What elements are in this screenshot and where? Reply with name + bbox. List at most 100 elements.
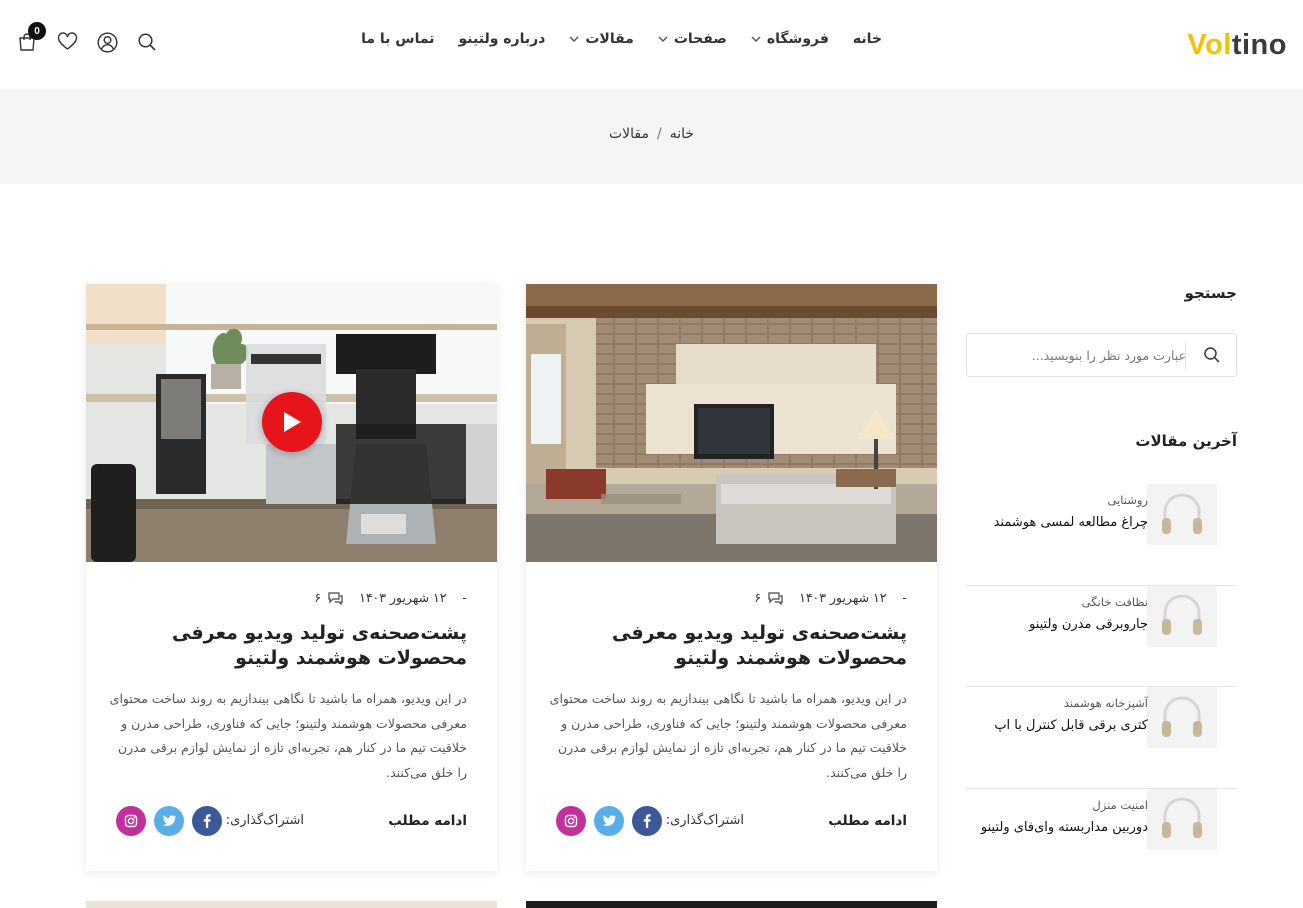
instagram-share-button[interactable] bbox=[556, 806, 586, 836]
latest-posts-list: روشنایی چراغ مطالعه لمسی هوشمند نظافت خا… bbox=[966, 484, 1237, 890]
search-button[interactable] bbox=[136, 31, 158, 53]
search-icon[interactable] bbox=[1203, 346, 1221, 364]
logo-part-1: Vol bbox=[1187, 29, 1232, 61]
read-more-link[interactable]: ادامه مطلب bbox=[828, 813, 907, 829]
sidebar-search bbox=[966, 333, 1237, 377]
site-logo[interactable]: Voltino bbox=[1187, 29, 1287, 62]
heart-icon bbox=[57, 32, 77, 50]
list-item[interactable]: نظافت خانگی جاروبرقی مدرن ولتینو bbox=[966, 585, 1237, 687]
headphones-icon bbox=[1162, 797, 1202, 838]
article-title[interactable]: پشت‌صحنه‌ی تولید ویدیو معرفی محصولات هوش… bbox=[137, 621, 467, 671]
main-nav: خانه فروشگاه صفحات مقالات درباره ولتینو … bbox=[361, 31, 882, 47]
comment-icon bbox=[768, 591, 783, 605]
share-label: اشتراک‌گذاری: bbox=[665, 813, 744, 828]
user-icon bbox=[96, 31, 118, 53]
breadcrumb-separator: / bbox=[656, 126, 662, 142]
nav-item-pages[interactable]: صفحات bbox=[658, 31, 727, 47]
article-date: ۱۲ شهریور ۱۴۰۳ bbox=[799, 590, 887, 605]
comment-icon bbox=[328, 591, 343, 605]
chevron-down-icon bbox=[751, 36, 761, 42]
logo-part-2: tino bbox=[1231, 29, 1287, 61]
post-title[interactable]: کتری برقی قابل کنترل با اپ bbox=[994, 718, 1148, 733]
post-category[interactable]: روشنایی bbox=[1107, 493, 1148, 507]
search-divider bbox=[1185, 343, 1186, 369]
article-title[interactable]: پشت‌صحنه‌ی تولید ویدیو معرفی محصولات هوش… bbox=[577, 621, 907, 671]
next-article-card-image bbox=[526, 901, 937, 908]
headphones-icon bbox=[1162, 696, 1202, 737]
post-thumbnail[interactable] bbox=[1147, 585, 1217, 647]
coffee-maker-image[interactable] bbox=[86, 284, 497, 562]
nav-item-shop[interactable]: فروشگاه bbox=[751, 31, 829, 47]
instagram-icon bbox=[564, 814, 578, 828]
headphones-icon bbox=[1162, 594, 1202, 635]
site-header: Voltino خانه فروشگاه صفحات مقالات درباره… bbox=[0, 0, 1303, 89]
list-item[interactable]: روشنایی چراغ مطالعه لمسی هوشمند bbox=[966, 484, 1237, 586]
nav-label: خانه bbox=[852, 31, 882, 47]
nav-label: مقالات bbox=[585, 31, 634, 47]
twitter-icon bbox=[602, 815, 616, 826]
breadcrumb-home-link[interactable]: خانه bbox=[670, 126, 694, 142]
nav-item-articles[interactable]: مقالات bbox=[569, 31, 634, 47]
instagram-share-button[interactable] bbox=[116, 806, 146, 836]
post-thumbnail[interactable] bbox=[1147, 788, 1217, 850]
list-item[interactable]: امنیت منزل دوربین مداربسته وای‌فای ولتین… bbox=[966, 788, 1237, 891]
nav-label: فروشگاه bbox=[766, 31, 829, 47]
search-icon bbox=[138, 33, 156, 51]
post-title[interactable]: جاروبرقی مدرن ولتینو bbox=[1029, 617, 1148, 632]
search-widget-title: جستجو bbox=[1184, 284, 1237, 302]
next-article-card-image bbox=[86, 901, 497, 908]
comments-count[interactable]: ۶ bbox=[754, 590, 783, 605]
list-item[interactable]: آشپزخانه هوشمند کتری برقی قابل کنترل با … bbox=[966, 687, 1237, 789]
video-play-button[interactable] bbox=[262, 392, 322, 452]
headphones-icon bbox=[1162, 493, 1202, 534]
play-icon bbox=[284, 412, 301, 432]
cart-button[interactable]: 0 bbox=[16, 22, 46, 53]
article-date: ۱۲ شهریور ۱۴۰۳ bbox=[359, 590, 447, 605]
share-buttons bbox=[556, 806, 662, 836]
article-meta: - ۱۲ شهریور ۱۴۰۳ ۶ bbox=[314, 590, 467, 605]
breadcrumb: خانه / مقالات bbox=[0, 126, 1303, 142]
article-excerpt: در این ویدیو، همراه ما باشید تا نگاهی بی… bbox=[109, 691, 467, 780]
date-prefix: - bbox=[902, 590, 907, 605]
header-actions: 0 bbox=[16, 22, 158, 53]
post-title[interactable]: دوربین مداربسته وای‌فای ولتینو bbox=[981, 820, 1148, 835]
twitter-share-button[interactable] bbox=[154, 806, 184, 836]
share-buttons bbox=[116, 806, 222, 836]
search-input[interactable] bbox=[986, 345, 1186, 365]
nav-label: تماس با ما bbox=[361, 31, 435, 47]
post-thumbnail[interactable] bbox=[1147, 687, 1217, 748]
wishlist-button[interactable] bbox=[56, 31, 78, 53]
comments-count[interactable]: ۶ bbox=[314, 590, 343, 605]
nav-item-contact[interactable]: تماس با ما bbox=[361, 31, 434, 47]
read-more-link[interactable]: ادامه مطلب bbox=[388, 813, 467, 829]
article-card: - ۱۲ شهریور ۱۴۰۳ ۶ پشت‌صحنه‌ی تولید ویدی… bbox=[526, 284, 937, 871]
share-label: اشتراک‌گذاری: bbox=[225, 813, 304, 828]
twitter-icon bbox=[162, 815, 176, 826]
post-title[interactable]: چراغ مطالعه لمسی هوشمند bbox=[994, 515, 1148, 530]
comments-number: ۶ bbox=[754, 590, 762, 605]
nav-item-home[interactable]: خانه bbox=[853, 31, 882, 47]
chevron-down-icon bbox=[569, 36, 579, 42]
facebook-icon bbox=[643, 814, 651, 828]
account-button[interactable] bbox=[96, 31, 118, 53]
sidebar: جستجو آخرین مقالات روشنایی چراغ مطالعه ل… bbox=[966, 284, 1237, 850]
nav-label: درباره ولتینو bbox=[458, 31, 546, 47]
post-thumbnail[interactable] bbox=[1147, 484, 1217, 545]
facebook-share-button[interactable] bbox=[632, 806, 662, 836]
post-category[interactable]: آشپزخانه هوشمند bbox=[1064, 696, 1148, 710]
page-banner: خانه / مقالات bbox=[0, 89, 1303, 184]
twitter-share-button[interactable] bbox=[594, 806, 624, 836]
post-category[interactable]: امنیت منزل bbox=[1092, 798, 1148, 812]
date-prefix: - bbox=[462, 590, 467, 605]
breadcrumb-current: مقالات bbox=[608, 126, 649, 142]
latest-posts-title: آخرین مقالات bbox=[1135, 432, 1237, 450]
comments-number: ۶ bbox=[314, 590, 322, 605]
nav-item-about[interactable]: درباره ولتینو bbox=[459, 31, 546, 47]
article-excerpt: در این ویدیو، همراه ما باشید تا نگاهی بی… bbox=[549, 691, 907, 780]
instagram-icon bbox=[124, 814, 138, 828]
cart-count-badge: 0 bbox=[28, 22, 46, 40]
facebook-share-button[interactable] bbox=[192, 806, 222, 836]
chevron-down-icon bbox=[658, 36, 668, 42]
living-room-image[interactable] bbox=[526, 284, 937, 562]
post-category[interactable]: نظافت خانگی bbox=[1082, 595, 1148, 609]
